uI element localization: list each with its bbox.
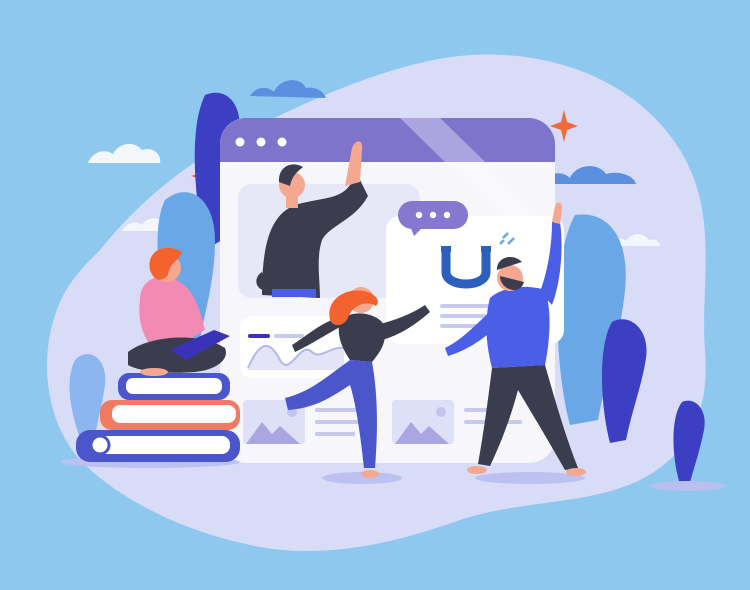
window-title-bar — [220, 118, 555, 162]
ground-shadow — [650, 481, 726, 491]
window-dot — [277, 137, 287, 147]
window-dot — [235, 137, 245, 147]
window-dot — [256, 137, 266, 147]
illustration-scene — [0, 0, 750, 590]
image-placeholder-icon — [392, 400, 454, 444]
